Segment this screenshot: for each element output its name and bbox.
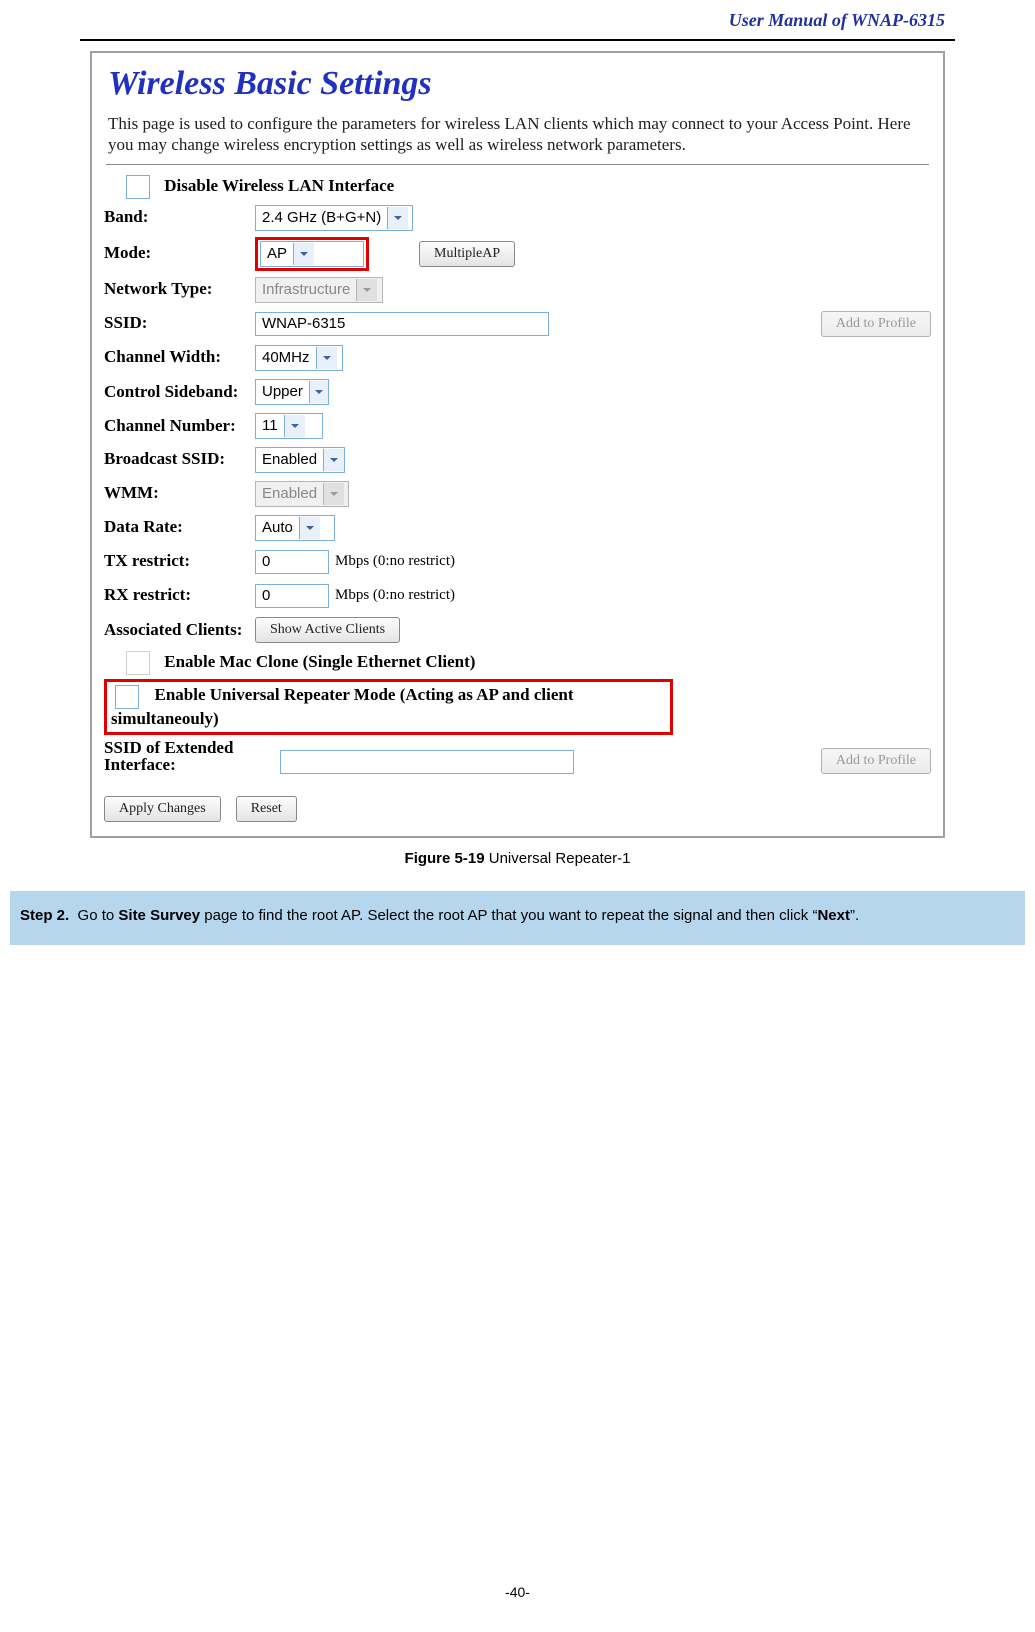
mode-label: Mode:: [104, 244, 255, 263]
wmm-label: WMM:: [104, 484, 255, 503]
chevron-down-icon: [293, 243, 314, 265]
chevron-down-icon: [316, 347, 337, 369]
caption-rest: Universal Repeater-1: [485, 850, 631, 867]
disable-wifi-row: Disable Wireless LAN Interface: [126, 175, 931, 199]
step-text-c: ”.: [850, 907, 859, 924]
channel-number-select[interactable]: 11: [255, 413, 323, 439]
divider: [80, 39, 955, 41]
mac-clone-row: Enable Mac Clone (Single Ethernet Client…: [126, 651, 931, 675]
channel-number-row: Channel Number: 11: [104, 411, 931, 441]
data-rate-label: Data Rate:: [104, 518, 255, 537]
broadcast-ssid-label: Broadcast SSID:: [104, 450, 255, 469]
chevron-down-icon: [387, 207, 408, 229]
step-label: Step 2.: [20, 907, 69, 924]
disable-wifi-checkbox[interactable]: [126, 175, 150, 199]
data-rate-row: Data Rate: Auto: [104, 513, 931, 543]
tx-row: TX restrict: Mbps (0:no restrict): [104, 547, 931, 577]
chevron-down-icon: [309, 381, 328, 403]
broadcast-ssid-select[interactable]: Enabled: [255, 447, 345, 473]
control-sideband-select[interactable]: Upper: [255, 379, 329, 405]
rx-hint: Mbps (0:no restrict): [335, 587, 455, 604]
tx-input[interactable]: [255, 550, 329, 574]
network-type-row: Network Type: Infrastructure: [104, 275, 931, 305]
step-box: Step 2. Go to Site Survey page to find t…: [10, 891, 1025, 945]
ssid-input[interactable]: [255, 312, 549, 336]
figure-container: Wireless Basic Settings This page is use…: [90, 51, 945, 838]
wmm-row: WMM: Enabled: [104, 479, 931, 509]
figure-description: This page is used to configure the param…: [108, 113, 927, 156]
control-sideband-label: Control Sideband:: [104, 383, 255, 401]
rx-input[interactable]: [255, 584, 329, 608]
add-to-profile-button: Add to Profile: [821, 311, 931, 337]
assoc-label: Associated Clients:: [104, 621, 255, 639]
ext-ssid-row: SSID of Extended Interface: Add to Profi…: [104, 739, 931, 775]
chevron-down-icon: [356, 279, 377, 301]
reset-button[interactable]: Reset: [236, 796, 297, 822]
band-row: Band: 2.4 GHz (B+G+N): [104, 203, 931, 233]
page-number: -40-: [0, 1584, 1035, 1600]
mac-clone-checkbox[interactable]: [126, 651, 150, 675]
channel-number-label: Channel Number:: [104, 417, 255, 435]
channel-width-row: Channel Width: 40MHz: [104, 343, 931, 373]
ext-ssid-label: SSID of Extended Interface:: [104, 739, 280, 775]
band-label: Band:: [104, 208, 255, 227]
figure-title: Wireless Basic Settings: [108, 65, 931, 103]
header-title: User Manual of WNAP-6315: [10, 0, 1025, 37]
inner-divider: [106, 164, 929, 165]
broadcast-ssid-row: Broadcast SSID: Enabled: [104, 445, 931, 475]
repeater-label: Enable Universal Repeater Mode (Acting a…: [111, 685, 574, 728]
add-to-profile-ext-button: Add to Profile: [821, 748, 931, 774]
figure-caption: Figure 5-19 Universal Repeater-1: [10, 850, 1025, 867]
disable-wifi-label: Disable Wireless LAN Interface: [164, 175, 394, 194]
caption-bold: Figure 5-19: [405, 850, 485, 867]
step-text-a: Go to: [78, 907, 119, 924]
chevron-down-icon: [323, 449, 344, 471]
chevron-down-icon: [284, 415, 305, 437]
chevron-down-icon: [323, 483, 344, 505]
channel-width-select[interactable]: 40MHz: [255, 345, 343, 371]
band-select[interactable]: 2.4 GHz (B+G+N): [255, 205, 413, 231]
ext-ssid-input[interactable]: [280, 750, 574, 774]
mode-select[interactable]: AP: [260, 241, 364, 267]
button-row: Apply Changes Reset: [104, 796, 931, 822]
step-bold-a: Site Survey: [118, 907, 200, 924]
step-text-b: page to find the root AP. Select the roo…: [200, 907, 817, 924]
mode-highlight: AP: [255, 237, 369, 271]
network-type-select: Infrastructure: [255, 277, 383, 303]
rx-label: RX restrict:: [104, 586, 255, 605]
wmm-select: Enabled: [255, 481, 349, 507]
rx-row: RX restrict: Mbps (0:no restrict): [104, 581, 931, 611]
network-type-label: Network Type:: [104, 280, 255, 299]
repeater-checkbox[interactable]: [115, 685, 139, 709]
data-rate-select[interactable]: Auto: [255, 515, 335, 541]
ssid-row: SSID: Add to Profile: [104, 309, 931, 339]
mac-clone-label: Enable Mac Clone (Single Ethernet Client…: [164, 651, 475, 670]
repeater-highlight: Enable Universal Repeater Mode (Acting a…: [104, 679, 673, 735]
apply-button[interactable]: Apply Changes: [104, 796, 221, 822]
mode-row: Mode: AP MultipleAP: [104, 237, 931, 271]
channel-width-label: Channel Width:: [104, 348, 255, 367]
show-active-clients-button[interactable]: Show Active Clients: [255, 617, 400, 643]
tx-hint: Mbps (0:no restrict): [335, 553, 455, 570]
multipleap-button[interactable]: MultipleAP: [419, 241, 515, 267]
control-sideband-row: Control Sideband: Upper: [104, 377, 931, 407]
tx-label: TX restrict:: [104, 552, 255, 571]
chevron-down-icon: [299, 517, 320, 539]
ssid-label: SSID:: [104, 314, 255, 333]
assoc-row: Associated Clients: Show Active Clients: [104, 615, 931, 645]
step-bold-b: Next: [817, 907, 850, 924]
